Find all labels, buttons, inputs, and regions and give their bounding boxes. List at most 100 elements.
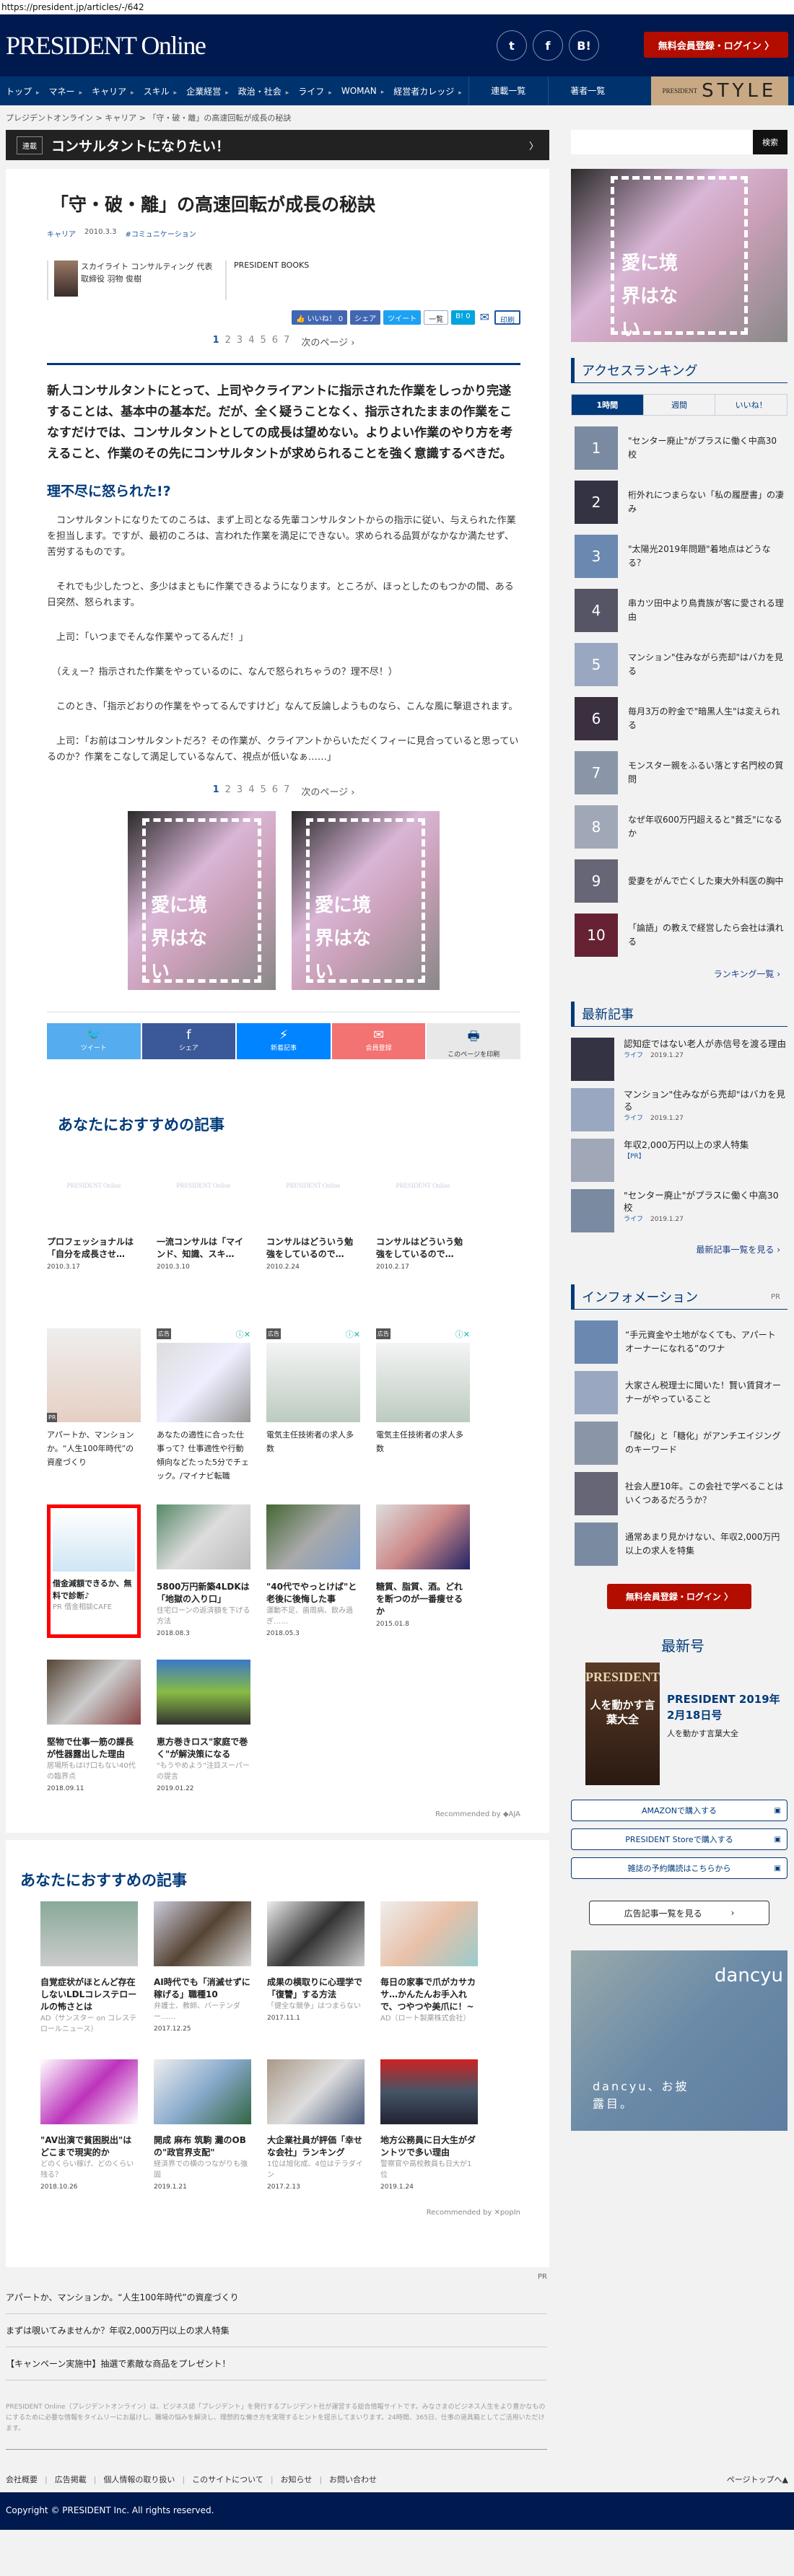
hatena-icon[interactable]: B! <box>569 30 599 61</box>
ad-item[interactable]: 広告 ⓘ✕ 電気主任技術者の求人多数 <box>376 1328 470 1483</box>
article-item[interactable]: 5800万円新築4LDKは「地獄の入り口」 住宅ローンの返済額を下げる方法 2018… <box>157 1504 250 1638</box>
ranking-item[interactable]: 6 毎月3万の貯金で"暗黒人生"は変えられる <box>575 697 784 740</box>
ad-banner[interactable]: 愛に境界はない <box>128 811 276 990</box>
page-6[interactable]: 6 <box>272 784 278 798</box>
buy-amazon-button[interactable]: AMAZONで購入する ▣ <box>571 1800 788 1821</box>
category-link[interactable]: キャリア <box>47 228 76 239</box>
nav-money[interactable]: マネー <box>43 85 87 97</box>
footer-pr-link[interactable]: 【キャンペーン実施中】抽選で素敵な商品をプレゼント！ <box>6 2347 547 2380</box>
register-login-button[interactable]: 無料会員登録・ログイン 〉 <box>644 32 788 58</box>
next-page-link[interactable]: 次のページ › <box>301 784 354 798</box>
page-3[interactable]: 3 <box>237 335 243 349</box>
breadcrumb-home[interactable]: プレジデントオンライン <box>6 113 93 123</box>
ad-articles-button[interactable]: 広告記事一覧を見る › <box>589 1901 769 1925</box>
info-item[interactable]: 「酸化」と「糖化」がアンチエイジングのキーワード <box>575 1421 784 1465</box>
nav-college[interactable]: 経営者カレッジ <box>388 85 466 97</box>
ranking-item[interactable]: 2 桁外れにつまらない「私の履歴書」の凄み <box>575 481 784 524</box>
footer-link-about[interactable]: このサイトについて <box>192 2474 263 2485</box>
page-1[interactable]: 1 <box>213 335 219 349</box>
nav-career[interactable]: キャリア <box>86 85 138 97</box>
footer-link-ads[interactable]: 広告掲載 <box>55 2474 87 2485</box>
address-bar[interactable]: https://president.jp/articles/-/642 <box>0 0 794 14</box>
popin-item[interactable]: 地方公務員に日大生がダントツで多い理由 警察官や高校教員も日大が1位 2019.1.… <box>380 2059 478 2191</box>
info-item[interactable]: 社会人歴10年。この会社で学べることはいくつあるだろうか？ <box>575 1472 784 1515</box>
sidebar-ad-banner[interactable]: 愛に境界はない <box>571 169 788 342</box>
page-4[interactable]: 4 <box>248 784 254 798</box>
footer-link-news[interactable]: お知らせ <box>281 2474 313 2485</box>
latest-more-link[interactable]: 最新記事一覧を見る › <box>578 1243 780 1256</box>
search-input[interactable] <box>571 130 753 154</box>
article-item[interactable]: "40代でやっとけば"と老後に後悔した事 運動不足、歯周病、飲み過ぎ…… 2018.… <box>266 1504 360 1638</box>
hashtag-link[interactable]: #コミュニケーション <box>126 228 196 239</box>
ad-close-icon[interactable]: ⓘ✕ <box>236 1328 250 1340</box>
search-button[interactable]: 検索 <box>753 130 788 154</box>
hatena-button[interactable]: B! 0 <box>451 310 475 325</box>
nav-business[interactable]: 企業経営 <box>180 85 232 97</box>
page-1[interactable]: 1 <box>213 784 219 798</box>
article-item[interactable]: 堅物で仕事一筋の課長が性器露出した理由 居場所もはけ口もない40代の臨界点 2018… <box>47 1660 141 1792</box>
twitter-icon[interactable]: t <box>497 30 527 61</box>
page-6[interactable]: 6 <box>272 335 278 349</box>
buy-store-button[interactable]: PRESIDENT Storeで購入する ▣ <box>571 1828 788 1850</box>
ad-close-icon[interactable]: ⓘ✕ <box>455 1328 470 1340</box>
ranking-item[interactable]: 1 "センター廃止"がプラスに働く中高30校 <box>575 426 784 470</box>
popin-item[interactable]: "AV出演で貧困脱出"はどこまで現実的か どのくらい稼げ、どのくらい残る？ 2018… <box>40 2059 138 2191</box>
dancyu-ad[interactable]: dancyu dancyu、お披露目。 <box>571 1950 788 2131</box>
like-button[interactable]: 👍 いいね！ 0 <box>292 310 348 325</box>
ad-close-icon[interactable]: ⓘ✕ <box>346 1328 360 1340</box>
ad-item[interactable]: 広告 ⓘ✕ あなたの適性に合った仕事って？仕事適性や行動傾向などたった5分でチェック… <box>157 1328 250 1483</box>
page-7[interactable]: 7 <box>284 335 289 349</box>
nav-skill[interactable]: スキル <box>138 85 181 97</box>
tab-1hour[interactable]: 1時間 <box>572 395 643 415</box>
page-2[interactable]: 2 <box>225 784 231 798</box>
info-item[interactable]: 通常あまり見かけない、年収2,000万円以上の求人を特集 <box>575 1523 784 1566</box>
president-style-link[interactable]: PRESIDENT STYLE <box>651 76 788 105</box>
fb-share-button[interactable]: シェア <box>350 310 381 325</box>
mail-icon[interactable]: ✉ <box>477 310 492 325</box>
page-top-link[interactable]: ページトップへ▲ <box>727 2474 788 2485</box>
ad-item[interactable]: PR アパートか、マンションか。“人生100年時代”の資産づくり <box>47 1328 141 1483</box>
footer-pr-link[interactable]: まずは覗いてみませんか？年収2,000万円以上の求人特集 <box>6 2314 547 2347</box>
article-item[interactable]: 糖質、脂質、酒。どれを断つのが一番痩せるか 2015.01.8 <box>376 1504 470 1638</box>
share-facebook-button[interactable]: f シェア <box>141 1023 236 1059</box>
ranking-item[interactable]: 7 モンスター親をふるい落とす名門校の質問 <box>575 751 784 794</box>
ranking-item[interactable]: 5 マンション"住みながら売却"はバカを見る <box>575 643 784 686</box>
footer-link-privacy[interactable]: 個人情報の取り扱い <box>103 2474 175 2485</box>
info-item[interactable]: “手元資金や土地がなくても、アパートオーナーになれる”のワナ <box>575 1320 784 1364</box>
recommended-by-popin[interactable]: Recommended by ✕popIn <box>20 2209 520 2217</box>
ad-banner[interactable]: 愛に境界はない <box>292 811 440 990</box>
magazine-cover[interactable]: PRESIDENT 人を動かす言葉大全 <box>585 1662 660 1785</box>
author-name[interactable]: スカイライト コンサルティング 代表取締役 羽物 俊樹 <box>81 260 214 300</box>
page-7[interactable]: 7 <box>284 784 289 798</box>
breadcrumb-career[interactable]: キャリア <box>105 113 136 123</box>
facebook-icon[interactable]: f <box>533 30 563 61</box>
sidebar-register-button[interactable]: 無料会員登録・ログイン 〉 <box>607 1584 751 1609</box>
article-item[interactable]: 恵方巻きロス"家庭で巻く"が解決策になる "もうやめよう"注目スーパーの提言 201… <box>157 1660 250 1792</box>
nav-politics[interactable]: 政治・社会 <box>232 85 293 97</box>
messenger-button[interactable]: ⚡ 新着記事 <box>237 1023 331 1059</box>
footer-link-company[interactable]: 会社概要 <box>6 2474 38 2485</box>
related-item[interactable]: PRESIDENT Online コンサルはどういう勉強をしているので… 2010.… <box>376 1153 470 1271</box>
latest-item[interactable]: "センター廃止"がプラスに働く中高30校 ライフ 2019.1.27 <box>571 1189 788 1232</box>
page-3[interactable]: 3 <box>237 784 243 798</box>
popin-item[interactable]: 自覚症状がほとんど存在しないLDLコレステロールの怖さとは AD（サンスター on… <box>40 1901 138 2038</box>
popin-item[interactable]: 毎日の家事で爪がカサカサ…かんたんお手入れで、つやつや美爪に！~ AD（ロート製薬… <box>380 1901 478 2038</box>
footer-pr-link[interactable]: アパートか、マンションか。“人生100年時代”の資産づくり <box>6 2281 547 2314</box>
subscribe-button[interactable]: 雑誌の予約購読はこちらから ▣ <box>571 1857 788 1879</box>
share-twitter-button[interactable]: 🐦 ツイート <box>47 1023 141 1059</box>
page-2[interactable]: 2 <box>225 335 231 349</box>
ad-item-highlighted[interactable]: 借金減額できるか、無料で診断♪ PR 借金相談CAFE <box>47 1504 141 1638</box>
tab-likes[interactable]: いいね！ <box>715 395 787 415</box>
popin-item[interactable]: 成果の横取りに心理学で「復讐」する方法 「健全な競争」はつまらない 2017.11.… <box>267 1901 365 2038</box>
footer-link-contact[interactable]: お問い合わせ <box>329 2474 377 2485</box>
site-logo[interactable]: PRESIDENT Online <box>6 30 206 61</box>
nav-woman[interactable]: WOMAN <box>336 86 388 96</box>
ranking-item[interactable]: 9 愛妻をがんで亡くした東大外科医の胸中 <box>575 859 784 903</box>
page-5[interactable]: 5 <box>260 335 266 349</box>
recommended-by-aja[interactable]: Recommended by ◆AJA <box>47 1810 520 1818</box>
popin-item[interactable]: 開成 麻布 筑駒 灘のOBの"政官界支配" 経済界での横のつながりも強固 2019.… <box>154 2059 251 2191</box>
popin-item[interactable]: 大企業社員が評価「幸せな会社」ランキング 1位は旭化成、4位はテラダイン 2017.… <box>267 2059 365 2191</box>
ranking-item[interactable]: 10 「論語」の教えで経営したら会社は潰れる <box>575 914 784 957</box>
nav-author-list[interactable]: 著者一覧 <box>547 76 627 105</box>
print-button[interactable]: 印刷 <box>494 310 520 325</box>
